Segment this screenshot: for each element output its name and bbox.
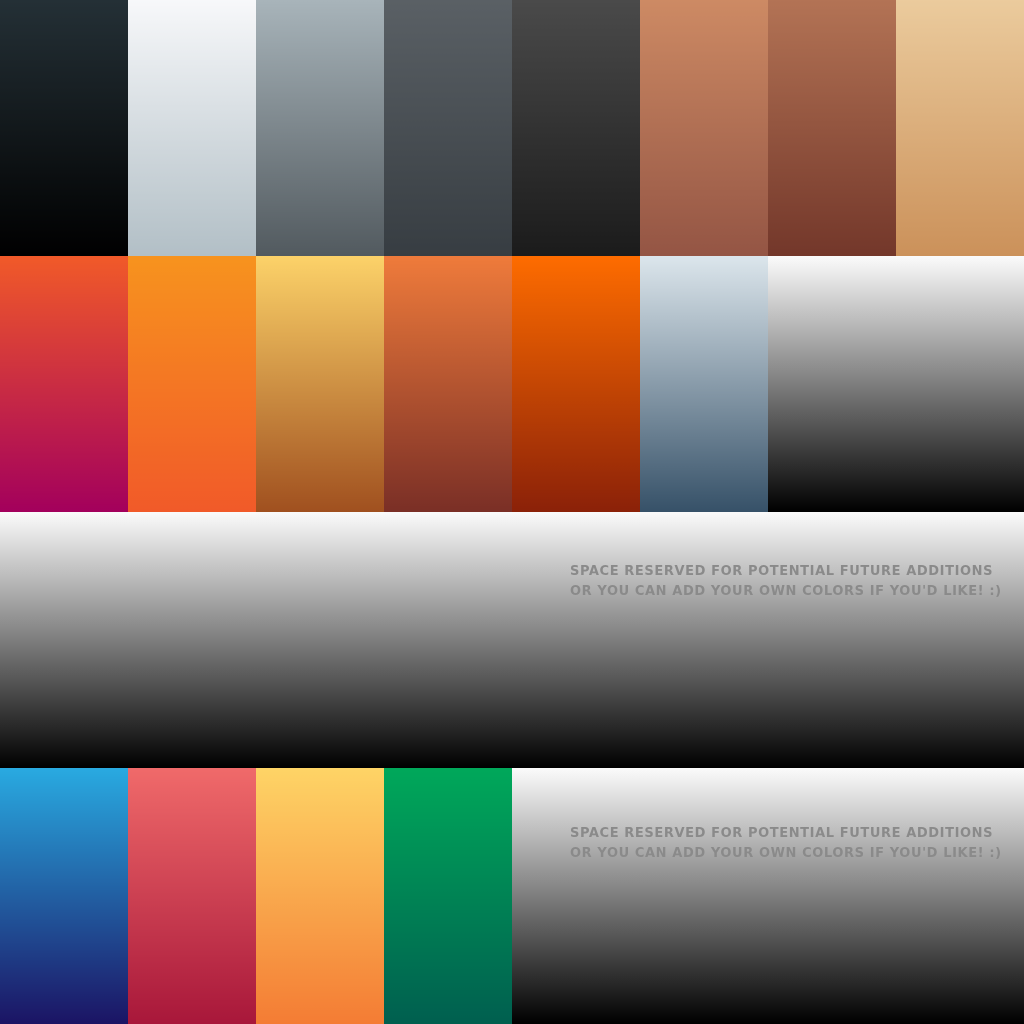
swatch-reserved-wide [0, 512, 1024, 768]
reserved-note-line-2: or you can add your own colors if you'd … [570, 584, 1002, 599]
swatch-ice-white [128, 0, 256, 256]
reserved-note-line-2: or you can add your own colors if you'd … [570, 846, 1002, 861]
swatch-emerald [384, 768, 512, 1024]
color-palette: Space reserved for potential future addi… [0, 0, 1024, 1024]
swatch-crimson [128, 768, 256, 1024]
swatch-ocean-blue [0, 768, 128, 1024]
reserved-note-line-1: Space reserved for potential future addi… [570, 826, 994, 841]
swatch-dark-grey [512, 0, 640, 256]
swatch-honey [256, 768, 384, 1024]
swatch-terracotta [640, 0, 768, 256]
swatch-slate-grey [256, 0, 384, 256]
swatch-gunmetal [384, 0, 512, 256]
swatch-burnt-orange [512, 256, 640, 512]
swatch-tangerine [128, 256, 256, 512]
swatch-charcoal [0, 0, 128, 256]
swatch-steel-blue [640, 256, 768, 512]
reserved-note-line-1: Space reserved for potential future addi… [570, 564, 994, 579]
swatch-reserved-bottom [512, 768, 1024, 1024]
reserved-space-note: Space reserved for potential future addi… [570, 562, 1002, 602]
swatch-reserved-grey [768, 256, 1024, 512]
swatch-copper [384, 256, 512, 512]
reserved-space-note-bottom: Space reserved for potential future addi… [570, 824, 1002, 864]
swatch-orange-magenta [0, 256, 128, 512]
swatch-gold-bronze [256, 256, 384, 512]
swatch-rust-brown [768, 0, 896, 256]
swatch-sand [896, 0, 1024, 256]
